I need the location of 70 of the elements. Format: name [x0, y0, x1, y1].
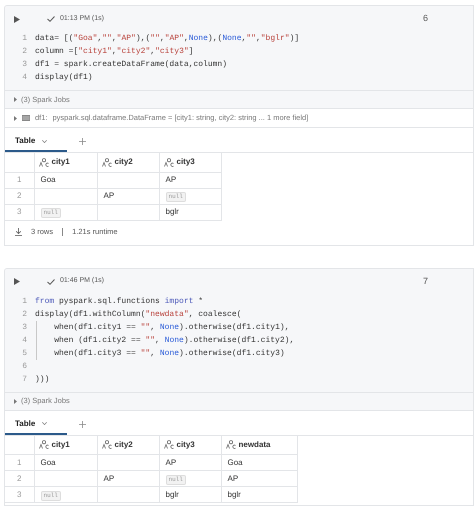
line-number: 4: [21, 72, 28, 84]
table-cell: Goa: [34, 454, 97, 470]
column-header[interactable]: city3: [159, 436, 221, 454]
row-index: 1: [5, 172, 34, 188]
table-cell: bglr: [159, 204, 221, 220]
run-icon[interactable]: [14, 16, 20, 22]
code-line: column =["city1","city2","city3"]: [35, 46, 194, 58]
table-icon: [22, 115, 30, 121]
expand-icon: [14, 97, 17, 102]
cell-number: 7: [422, 274, 428, 288]
string-type-icon: [226, 440, 236, 450]
code-line: from pyspark.sql.functions import *: [35, 296, 204, 308]
line-number: 3: [21, 59, 28, 71]
add-icon[interactable]: [79, 420, 86, 428]
string-type-icon: [102, 440, 112, 450]
table-cell: AP: [159, 454, 221, 470]
table-cell: bglr: [221, 486, 297, 502]
table-cell: bglr: [159, 486, 221, 502]
string-type-icon: [164, 158, 174, 167]
chevron-down-icon: [42, 140, 48, 142]
line-number: 4: [21, 334, 28, 346]
row-index: 3: [5, 486, 34, 502]
column-header[interactable]: city3: [159, 153, 221, 172]
column-header[interactable]: city1: [34, 436, 97, 454]
line-number: 6: [21, 360, 28, 372]
table-tab[interactable]: Table: [5, 414, 67, 434]
column-header[interactable]: newdata: [221, 436, 297, 454]
add-icon[interactable]: [79, 138, 86, 145]
row-index: 1: [5, 454, 34, 470]
column-header[interactable]: city2: [97, 153, 159, 172]
table-cell: AP: [159, 172, 221, 188]
line-number: 2: [21, 46, 28, 58]
check-icon: [47, 278, 55, 284]
code-line: when(df1.city1 == "", None).otherwise(df1.city1),: [35, 320, 290, 334]
table-cell: Goa: [34, 172, 97, 188]
string-type-icon: [102, 158, 112, 167]
code-line: display(df1.withColumn("newdata", coalesce(: [35, 308, 242, 320]
expand-icon: [14, 398, 17, 404]
row-index: 2: [5, 188, 34, 204]
line-number: 1: [21, 296, 28, 308]
line-number: 7: [21, 374, 28, 386]
line-number: 5: [21, 348, 28, 360]
row-index: 2: [5, 470, 34, 486]
cell-number: 6: [422, 12, 428, 26]
expand-icon[interactable]: [14, 116, 17, 120]
table-cell: Goa: [221, 454, 297, 470]
string-type-icon: [38, 440, 48, 450]
string-type-icon: [38, 158, 48, 167]
table-cell: AP: [221, 470, 297, 486]
code-line: when (df1.city2 == "", None).otherwise(df1.city2),: [35, 334, 294, 346]
row-index: 3: [5, 204, 34, 220]
check-icon: [47, 16, 55, 22]
download-icon[interactable]: [15, 228, 22, 236]
column-header[interactable]: city1: [34, 153, 97, 172]
code-line: ))): [35, 374, 50, 386]
table-cell: AP: [97, 188, 159, 204]
table-tab[interactable]: Table: [5, 132, 67, 152]
separator: [62, 228, 64, 236]
code-line: when(df1.city3 == "", None).otherwise(df1.city3): [35, 346, 285, 360]
code-line: data= [("Goa","","AP"),("","AP",None),(None,"","bglr")]: [35, 33, 300, 45]
table-cell: AP: [97, 470, 159, 486]
string-type-icon: [164, 440, 174, 450]
line-number: 2: [21, 308, 28, 320]
run-icon[interactable]: [14, 278, 20, 285]
column-header[interactable]: city2: [97, 436, 159, 454]
line-number: 3: [21, 322, 28, 334]
code-line: display(df1): [35, 72, 93, 84]
code-line: df1 = spark.createDataFrame(data,column): [35, 59, 228, 71]
line-number: 1: [21, 33, 28, 45]
chevron-down-icon: [42, 422, 48, 425]
